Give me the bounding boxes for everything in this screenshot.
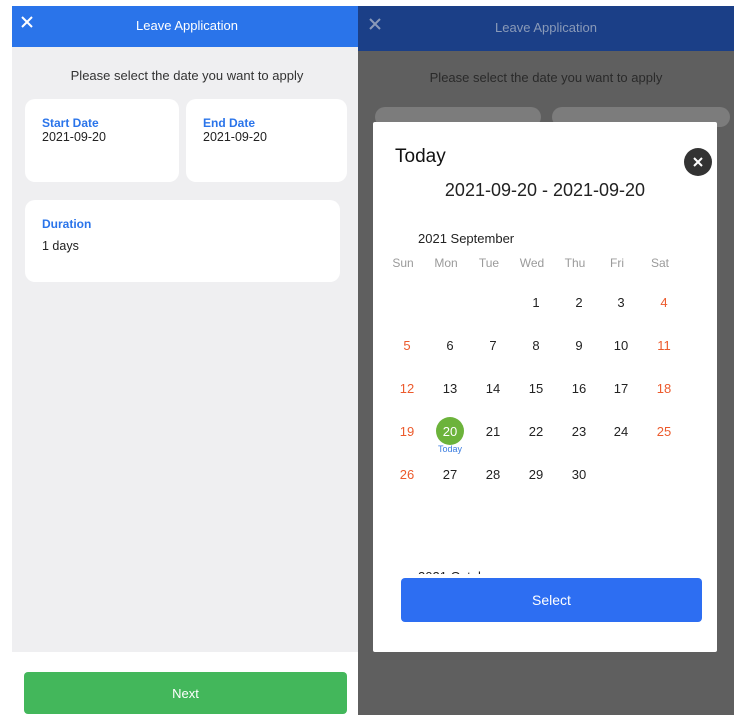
calendar-day[interactable]: 24 <box>607 417 635 445</box>
calendar-day[interactable]: 7 <box>479 331 507 359</box>
top-bar-dimmed: Leave Application <box>358 6 734 51</box>
calendar-day[interactable]: 11 <box>650 331 678 359</box>
calendar-day[interactable]: 1 <box>522 288 550 316</box>
weekday-header: Sat <box>650 256 669 270</box>
calendar-day[interactable]: 30 <box>565 460 593 488</box>
calendar-day[interactable]: 19 <box>393 417 421 445</box>
duration-value: 1 days <box>42 239 79 253</box>
calendar-day[interactable]: 16 <box>565 374 593 402</box>
calendar-day[interactable]: 12 <box>393 374 421 402</box>
page-title: Leave Application <box>136 18 238 33</box>
calendar-day[interactable]: 27 <box>436 460 464 488</box>
duration-card: Duration 1 days <box>25 200 340 282</box>
selected-range: 2021-09-20 - 2021-09-20 <box>444 180 646 200</box>
calendar-day[interactable]: 6 <box>436 331 464 359</box>
modal-heading: Today <box>395 146 446 167</box>
calendar-day[interactable]: 2 <box>565 288 593 316</box>
end-date-value: 2021-09-20 <box>203 130 267 144</box>
weekday-header: Fri <box>610 256 624 270</box>
weekday-header: Wed <box>519 256 545 270</box>
top-bar: Leave Application <box>12 6 362 47</box>
next-month-title-partial: 2021 October <box>418 566 497 574</box>
close-modal-icon[interactable] <box>684 148 712 176</box>
end-date-label: End Date <box>203 116 256 130</box>
start-date-value: 2021-09-20 <box>42 130 106 144</box>
calendar-day[interactable]: 23 <box>565 417 593 445</box>
calendar-day[interactable]: 29 <box>522 460 550 488</box>
weekday-header: Tue <box>478 256 500 270</box>
calendar-day[interactable]: 13 <box>436 374 464 402</box>
start-date-label: Start Date <box>42 116 99 130</box>
date-picker-modal: Today 2021-09-20 - 2021-09-20 2021 Septe… <box>373 122 717 652</box>
calendar-day[interactable]: 10 <box>607 331 635 359</box>
calendar-day[interactable]: 3 <box>607 288 635 316</box>
calendar-day[interactable]: 15 <box>522 374 550 402</box>
duration-label: Duration <box>42 217 92 231</box>
calendar-day[interactable]: 4 <box>650 288 678 316</box>
calendar-day[interactable]: 17 <box>607 374 635 402</box>
calendar-day-selected[interactable]: 20 <box>436 417 464 445</box>
leave-application-screen: Leave Application Please select the date… <box>12 6 362 715</box>
month-title: 2021 September <box>418 231 515 246</box>
instruction-text: Please select the date you want to apply <box>70 68 304 83</box>
weekday-header: Sun <box>392 256 414 270</box>
weekday-header: Mon <box>434 256 458 270</box>
next-button[interactable]: Next <box>24 672 347 714</box>
start-date-card[interactable]: Start Date 2021-09-20 <box>25 99 179 182</box>
instruction-text-dimmed: Please select the date you want to apply <box>429 70 663 85</box>
today-label: Today <box>437 444 463 454</box>
calendar-day[interactable]: 5 <box>393 331 421 359</box>
calendar-day[interactable]: 21 <box>479 417 507 445</box>
calendar-day[interactable]: 26 <box>393 460 421 488</box>
end-date-card[interactable]: End Date 2021-09-20 <box>186 99 347 182</box>
page-title-dimmed: Leave Application <box>495 20 597 35</box>
weekday-header: Thu <box>564 256 586 270</box>
calendar-day[interactable]: 22 <box>522 417 550 445</box>
select-button[interactable]: Select <box>401 578 702 622</box>
calendar-day[interactable]: 8 <box>522 331 550 359</box>
calendar-day[interactable]: 25 <box>650 417 678 445</box>
calendar-day[interactable]: 18 <box>650 374 678 402</box>
calendar-day[interactable]: 9 <box>565 331 593 359</box>
date-picker-screen: Leave Application Please select the date… <box>358 6 734 715</box>
calendar-day[interactable]: 14 <box>479 374 507 402</box>
calendar-day[interactable]: 28 <box>479 460 507 488</box>
